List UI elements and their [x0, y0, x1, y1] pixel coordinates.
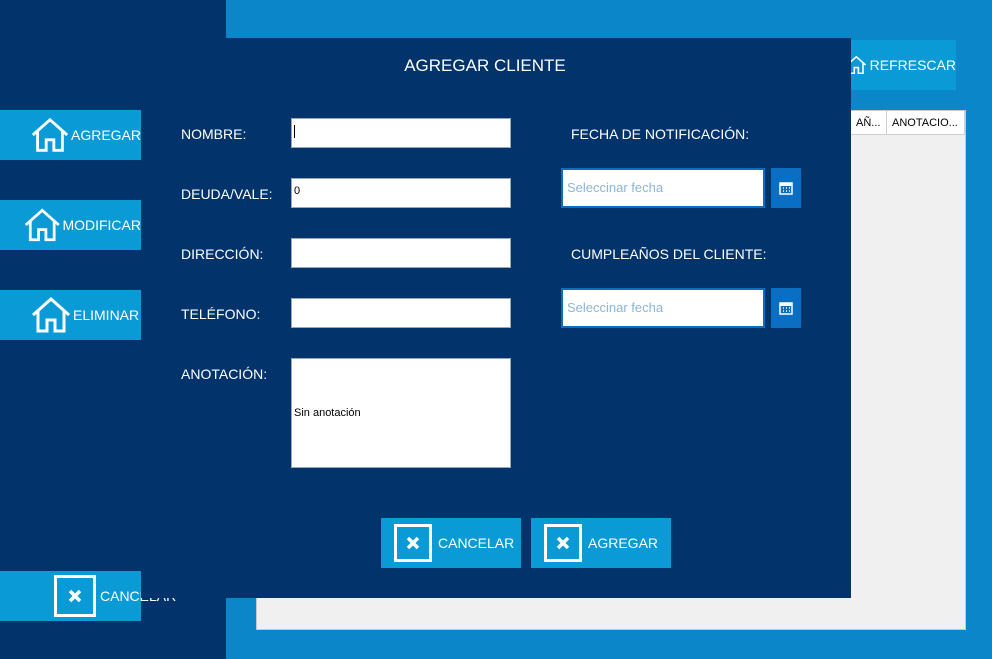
address-label: DIRECCIÓN: [181, 246, 264, 262]
delete-label: ELIMINAR [73, 307, 140, 323]
refresh-button[interactable]: REFRESCAR [845, 40, 956, 90]
notification-date-input[interactable]: Seleccinar fecha [561, 168, 765, 208]
name-label: NOMBRE: [181, 126, 247, 142]
notification-calendar-button[interactable] [771, 168, 801, 208]
phone-label: TELÉFONO: [181, 306, 261, 322]
modify-label: MODIFICAR [62, 217, 141, 233]
add-label: AGREGAR [70, 127, 141, 143]
close-icon [544, 524, 582, 562]
close-icon [54, 575, 96, 617]
close-icon [394, 524, 432, 562]
modify-button[interactable]: MODIFICAR [0, 200, 141, 250]
home-icon [32, 296, 70, 333]
column-header[interactable]: AÑ... [851, 111, 887, 135]
dialog-cancel-label: CANCELAR [438, 535, 515, 551]
home-icon [31, 117, 69, 152]
name-input[interactable] [291, 118, 511, 148]
debt-input[interactable]: 0 [291, 178, 511, 208]
text-caret [294, 125, 295, 138]
dialog-add-button[interactable]: AGREGAR [531, 518, 671, 568]
birthday-label: CUMPLEAÑOS DEL CLIENTE: [571, 246, 767, 262]
notification-date-label: FECHA DE NOTIFICACIÓN: [571, 126, 750, 142]
dialog-add-label: AGREGAR [588, 535, 659, 551]
dialog-title: AGREGAR CLIENTE [404, 56, 566, 75]
refresh-label: REFRESCAR [869, 57, 956, 73]
cancel-button[interactable]: CANCELAR [0, 571, 176, 621]
add-button[interactable]: AGREGAR [0, 110, 141, 160]
calendar-icon [779, 182, 793, 195]
home-icon [24, 208, 60, 242]
dialog-cancel-button[interactable]: CANCELAR [381, 518, 521, 568]
note-label: ANOTACIÓN: [181, 366, 268, 382]
birthday-calendar-button[interactable] [771, 288, 801, 328]
add-client-dialog: AGREGAR CLIENTE NOMBRE: DEUDA/VALE: 0 DI… [141, 38, 851, 598]
debt-label: DEUDA/VALE: [181, 186, 273, 202]
note-textarea[interactable]: Sin anotación [291, 358, 511, 468]
phone-input[interactable] [291, 298, 511, 328]
delete-button[interactable]: ELIMINAR [0, 290, 141, 340]
address-input[interactable] [291, 238, 511, 268]
calendar-icon [779, 302, 793, 315]
column-header[interactable]: ANOTACIO... [887, 111, 965, 135]
birthday-date-input[interactable]: Seleccinar fecha [561, 288, 765, 328]
